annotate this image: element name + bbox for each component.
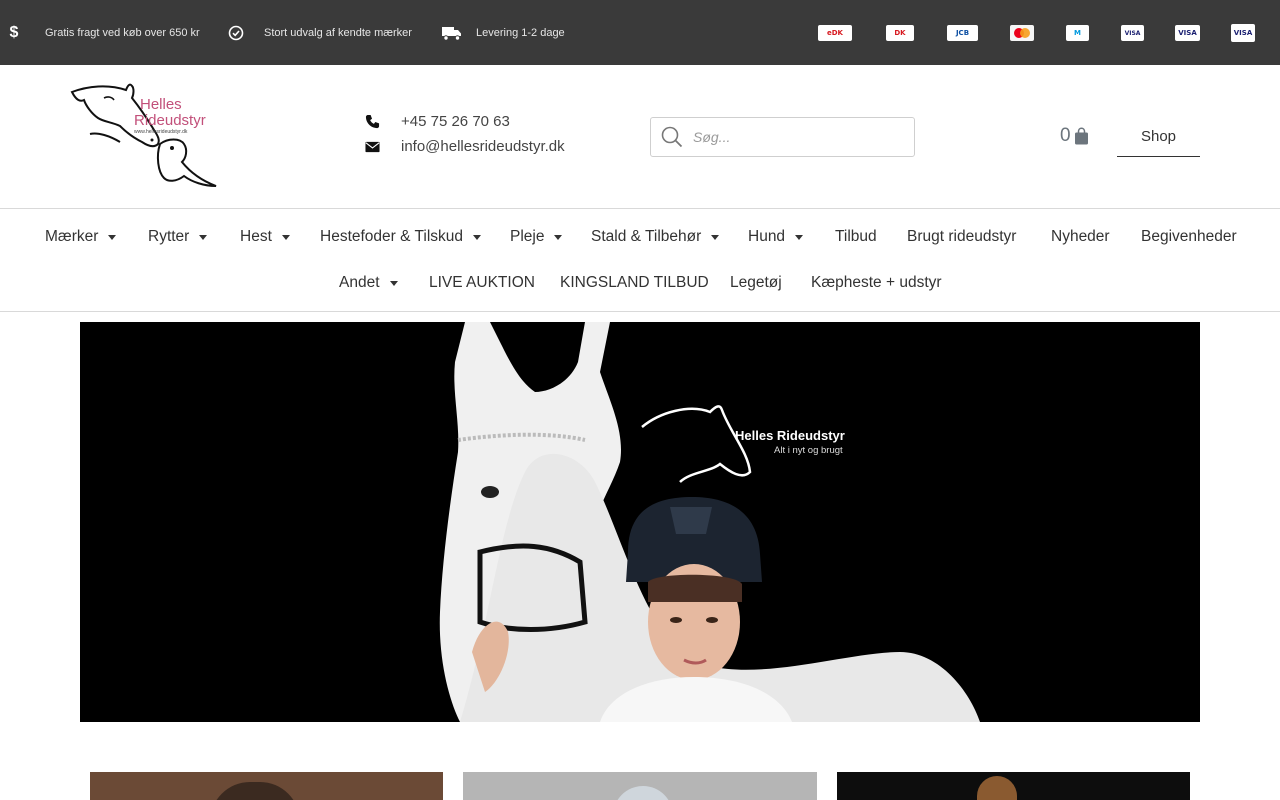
nav-label: Pleje	[510, 228, 545, 245]
category-tile-3[interactable]	[837, 772, 1190, 800]
nav-label: Nyheder	[1051, 228, 1110, 245]
search-icon[interactable]	[651, 118, 693, 156]
caret-down-icon	[554, 234, 563, 240]
visa-icon: VISA	[1175, 25, 1200, 41]
nav-label: Hest	[240, 228, 272, 245]
nav-item-begivenheder[interactable]: Begivenheder	[1141, 227, 1237, 247]
phone-number[interactable]: +45 75 26 70 63	[401, 113, 510, 130]
hero-image	[439, 322, 980, 722]
visa-electron-icon: VISA	[1121, 25, 1144, 41]
nav-item-live-auktion[interactable]: LIVE AUKTION	[429, 273, 535, 293]
shopping-bag-icon	[1074, 127, 1089, 145]
logo-line1: Helles	[140, 96, 182, 113]
maestro-icon: M	[1066, 25, 1089, 41]
site-logo[interactable]: Helles Rideudstyr www.hellesrideudstyr.d…	[68, 82, 224, 190]
nav-label: Kæpheste + udstyr	[811, 274, 942, 291]
nav-item-hund[interactable]: Hund	[748, 227, 804, 247]
usp-wide-selection-text: Stort udvalg af kendte mærker	[264, 26, 412, 39]
nav-label: Rytter	[148, 228, 190, 245]
logo-line2: Rideudstyr	[134, 112, 206, 129]
nav-label: Andet	[339, 274, 380, 291]
nav-item-hestefoder[interactable]: Hestefoder & Tilskud	[320, 227, 482, 247]
mastercard-icon	[1010, 25, 1034, 41]
tile-image-2	[613, 786, 673, 800]
nav-label: Hestefoder & Tilskud	[320, 228, 464, 245]
usp-free-shipping: $ Gratis fragt ved køb over 650 kr	[8, 0, 200, 65]
tile-image-1	[210, 782, 300, 800]
dankort-icon: DK	[886, 25, 914, 41]
truck-icon	[442, 25, 462, 41]
nav-item-hest[interactable]: Hest	[240, 227, 290, 247]
nav-label: Brugt rideudstyr	[907, 228, 1017, 245]
caret-down-icon	[795, 234, 804, 240]
hero-brand-text: Helles Rideudstyr	[735, 428, 845, 443]
hero-banner[interactable]: Helles Rideudstyr Alt i nyt og brugt	[80, 322, 1200, 722]
top-info-bar: $ Gratis fragt ved køb over 650 kr Stort…	[0, 0, 1280, 65]
email-address[interactable]: info@hellesrideudstyr.dk	[401, 138, 565, 155]
nav-label: Hund	[748, 228, 786, 245]
nav-item-rytter[interactable]: Rytter	[148, 227, 208, 247]
check-circle-icon	[228, 25, 244, 41]
usp-delivery: Levering 1-2 dage	[442, 0, 565, 65]
usp-wide-selection: Stort udvalg af kendte mærker	[228, 0, 412, 65]
usp-free-shipping-text: Gratis fragt ved køb over 650 kr	[45, 26, 200, 39]
nav-item-brugt[interactable]: Brugt rideudstyr	[907, 227, 1016, 247]
nav-label: Stald & Tilbehør	[591, 228, 702, 245]
nav-label: Tilbud	[835, 228, 877, 245]
caret-down-icon	[389, 280, 398, 286]
cart-count: 0	[1060, 125, 1071, 146]
nav-item-kaepheste[interactable]: Kæpheste + udstyr	[811, 273, 942, 293]
nav-label: KINGSLAND TILBUD	[560, 274, 709, 291]
caret-down-icon	[281, 234, 290, 240]
main-navigation: Mærker Rytter Hest Hestefoder & Tilskud …	[0, 208, 1280, 312]
nav-label: Mærker	[45, 228, 99, 245]
contact-phone[interactable]: +45 75 26 70 63	[365, 113, 510, 130]
shop-link[interactable]: Shop	[1117, 117, 1200, 157]
hero-tagline: Alt i nyt og brugt	[774, 445, 843, 456]
logo-url: www.hellesrideudstyr.dk	[134, 129, 188, 135]
caret-down-icon	[108, 234, 117, 240]
search-box[interactable]	[650, 117, 915, 157]
logo-text: Helles Rideudstyr www.hellesrideudstyr.d…	[134, 96, 206, 136]
nav-item-tilbud[interactable]: Tilbud	[835, 227, 877, 247]
nav-label: LIVE AUKTION	[429, 274, 535, 291]
nav-label: Legetøj	[730, 274, 782, 291]
tile-image-3	[977, 776, 1017, 800]
edankort-icon: eDK	[818, 25, 852, 41]
category-tile-1[interactable]	[90, 772, 443, 800]
envelope-icon	[365, 141, 401, 153]
nav-item-pleje[interactable]: Pleje	[510, 227, 563, 247]
cart-button[interactable]: 0	[1060, 125, 1089, 147]
nav-item-stald[interactable]: Stald & Tilbehør	[591, 227, 720, 247]
category-tile-2[interactable]	[463, 772, 817, 800]
dollar-icon: $	[9, 23, 19, 41]
nav-item-kingsland[interactable]: KINGSLAND TILBUD	[560, 273, 709, 293]
visa-electron-2-icon: VISA	[1231, 24, 1255, 42]
phone-icon	[365, 114, 401, 129]
search-input[interactable]	[693, 129, 903, 145]
jcb-icon: JCB	[947, 25, 978, 41]
nav-label: Begivenheder	[1141, 228, 1237, 245]
caret-down-icon	[711, 234, 720, 240]
usp-delivery-text: Levering 1-2 dage	[476, 26, 565, 39]
nav-item-maerker[interactable]: Mærker	[45, 227, 117, 247]
nav-item-andet[interactable]: Andet	[339, 273, 398, 293]
nav-item-legetoj[interactable]: Legetøj	[730, 273, 782, 293]
caret-down-icon	[199, 234, 208, 240]
contact-email[interactable]: info@hellesrideudstyr.dk	[365, 138, 565, 155]
caret-down-icon	[473, 234, 482, 240]
nav-item-nyheder[interactable]: Nyheder	[1051, 227, 1110, 247]
